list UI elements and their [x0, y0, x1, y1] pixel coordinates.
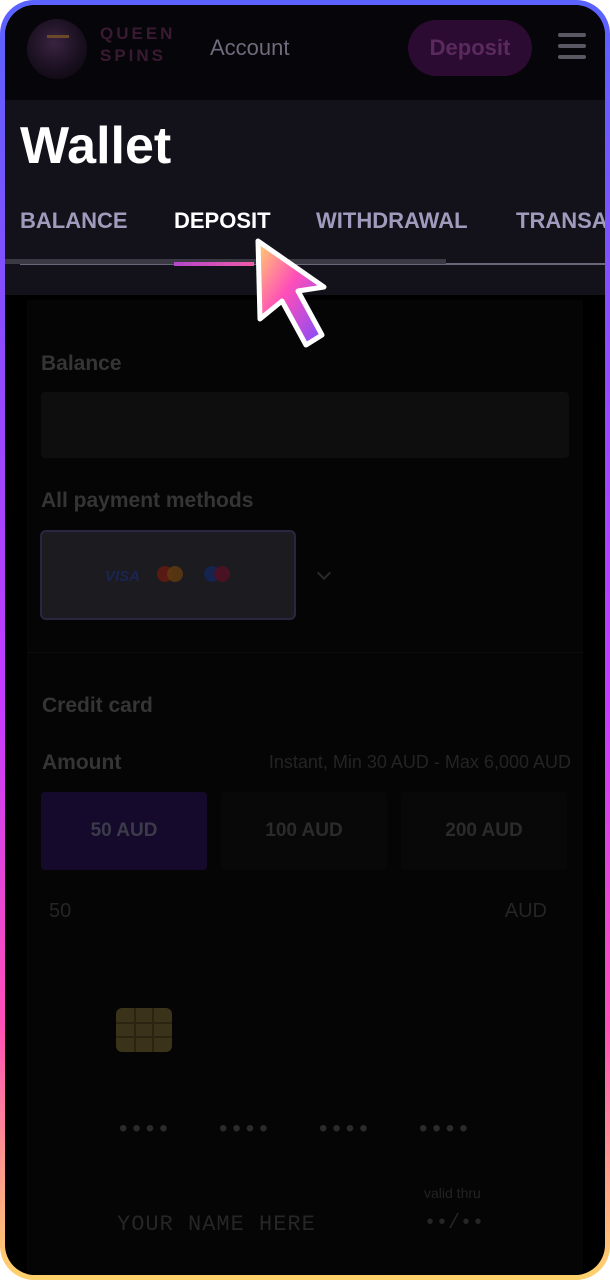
tab-withdrawal[interactable]: WITHDRAWAL — [316, 208, 468, 234]
top-bar: QUEEN SPINS Account Deposit — [5, 5, 605, 100]
queen-spins-logo[interactable] — [27, 19, 87, 79]
deposit-panel: Balance All payment methods VISA Credit … — [27, 300, 583, 1275]
amount-input[interactable]: 50 AUD — [49, 900, 559, 936]
card-number-group-3: •••• — [319, 1115, 373, 1142]
tab-deposit[interactable]: DEPOSIT — [174, 208, 271, 234]
amount-option-50[interactable]: 50 AUD — [41, 792, 207, 870]
amount-option-100[interactable]: 100 AUD — [221, 792, 387, 870]
visa-logo: VISA — [105, 568, 141, 585]
balance-label: Balance — [41, 352, 122, 375]
hamburger-menu-icon[interactable] — [558, 33, 586, 59]
card-expiry-field[interactable]: ••/•• — [424, 1212, 484, 1235]
amount-limits-note: Instant, Min 30 AUD - Max 6,000 AUD — [268, 752, 571, 772]
device-frame: QUEEN SPINS Account Deposit Wallet BALAN… — [0, 0, 610, 1280]
amount-option-200[interactable]: 200 AUD — [401, 792, 567, 870]
card-number-group-4: •••• — [419, 1115, 473, 1142]
section-divider — [27, 652, 583, 653]
card-number-group-2: •••• — [219, 1115, 273, 1142]
account-link[interactable]: Account — [210, 35, 290, 61]
brand-line-2: SPINS — [100, 46, 167, 65]
deposit-button[interactable]: Deposit — [408, 20, 532, 76]
active-tab-indicator — [174, 262, 254, 266]
wallet-tabs: BALANCE DEPOSIT WITHDRAWAL TRANSA — [5, 208, 605, 238]
amount-currency: AUD — [504, 900, 547, 922]
balance-field — [41, 392, 569, 458]
mastercard-icon — [157, 566, 183, 583]
payment-methods-label: All payment methods — [41, 489, 254, 512]
app-screen: QUEEN SPINS Account Deposit Wallet BALAN… — [5, 5, 605, 1275]
amount-input-value: 50 — [49, 900, 72, 922]
page-title: Wallet — [20, 117, 172, 175]
payment-method-card[interactable]: VISA — [42, 532, 294, 618]
chevron-down-icon[interactable] — [316, 565, 332, 581]
card-name-field[interactable]: YOUR NAME HERE — [117, 1212, 316, 1237]
tab-transactions[interactable]: TRANSA — [516, 208, 605, 234]
brand-line-1: QUEEN — [100, 24, 176, 43]
tab-balance[interactable]: BALANCE — [20, 208, 128, 234]
pointer-cursor-icon — [255, 238, 327, 348]
credit-card-label: Credit card — [42, 694, 153, 717]
card-chip-icon — [116, 1008, 172, 1052]
valid-thru-label: valid thru — [424, 1185, 481, 1201]
card-number-group-1: •••• — [119, 1115, 173, 1142]
brand-name: QUEEN SPINS — [100, 23, 175, 67]
maestro-icon — [204, 566, 230, 583]
amount-label: Amount — [42, 751, 122, 774]
crown-icon — [47, 25, 69, 38]
